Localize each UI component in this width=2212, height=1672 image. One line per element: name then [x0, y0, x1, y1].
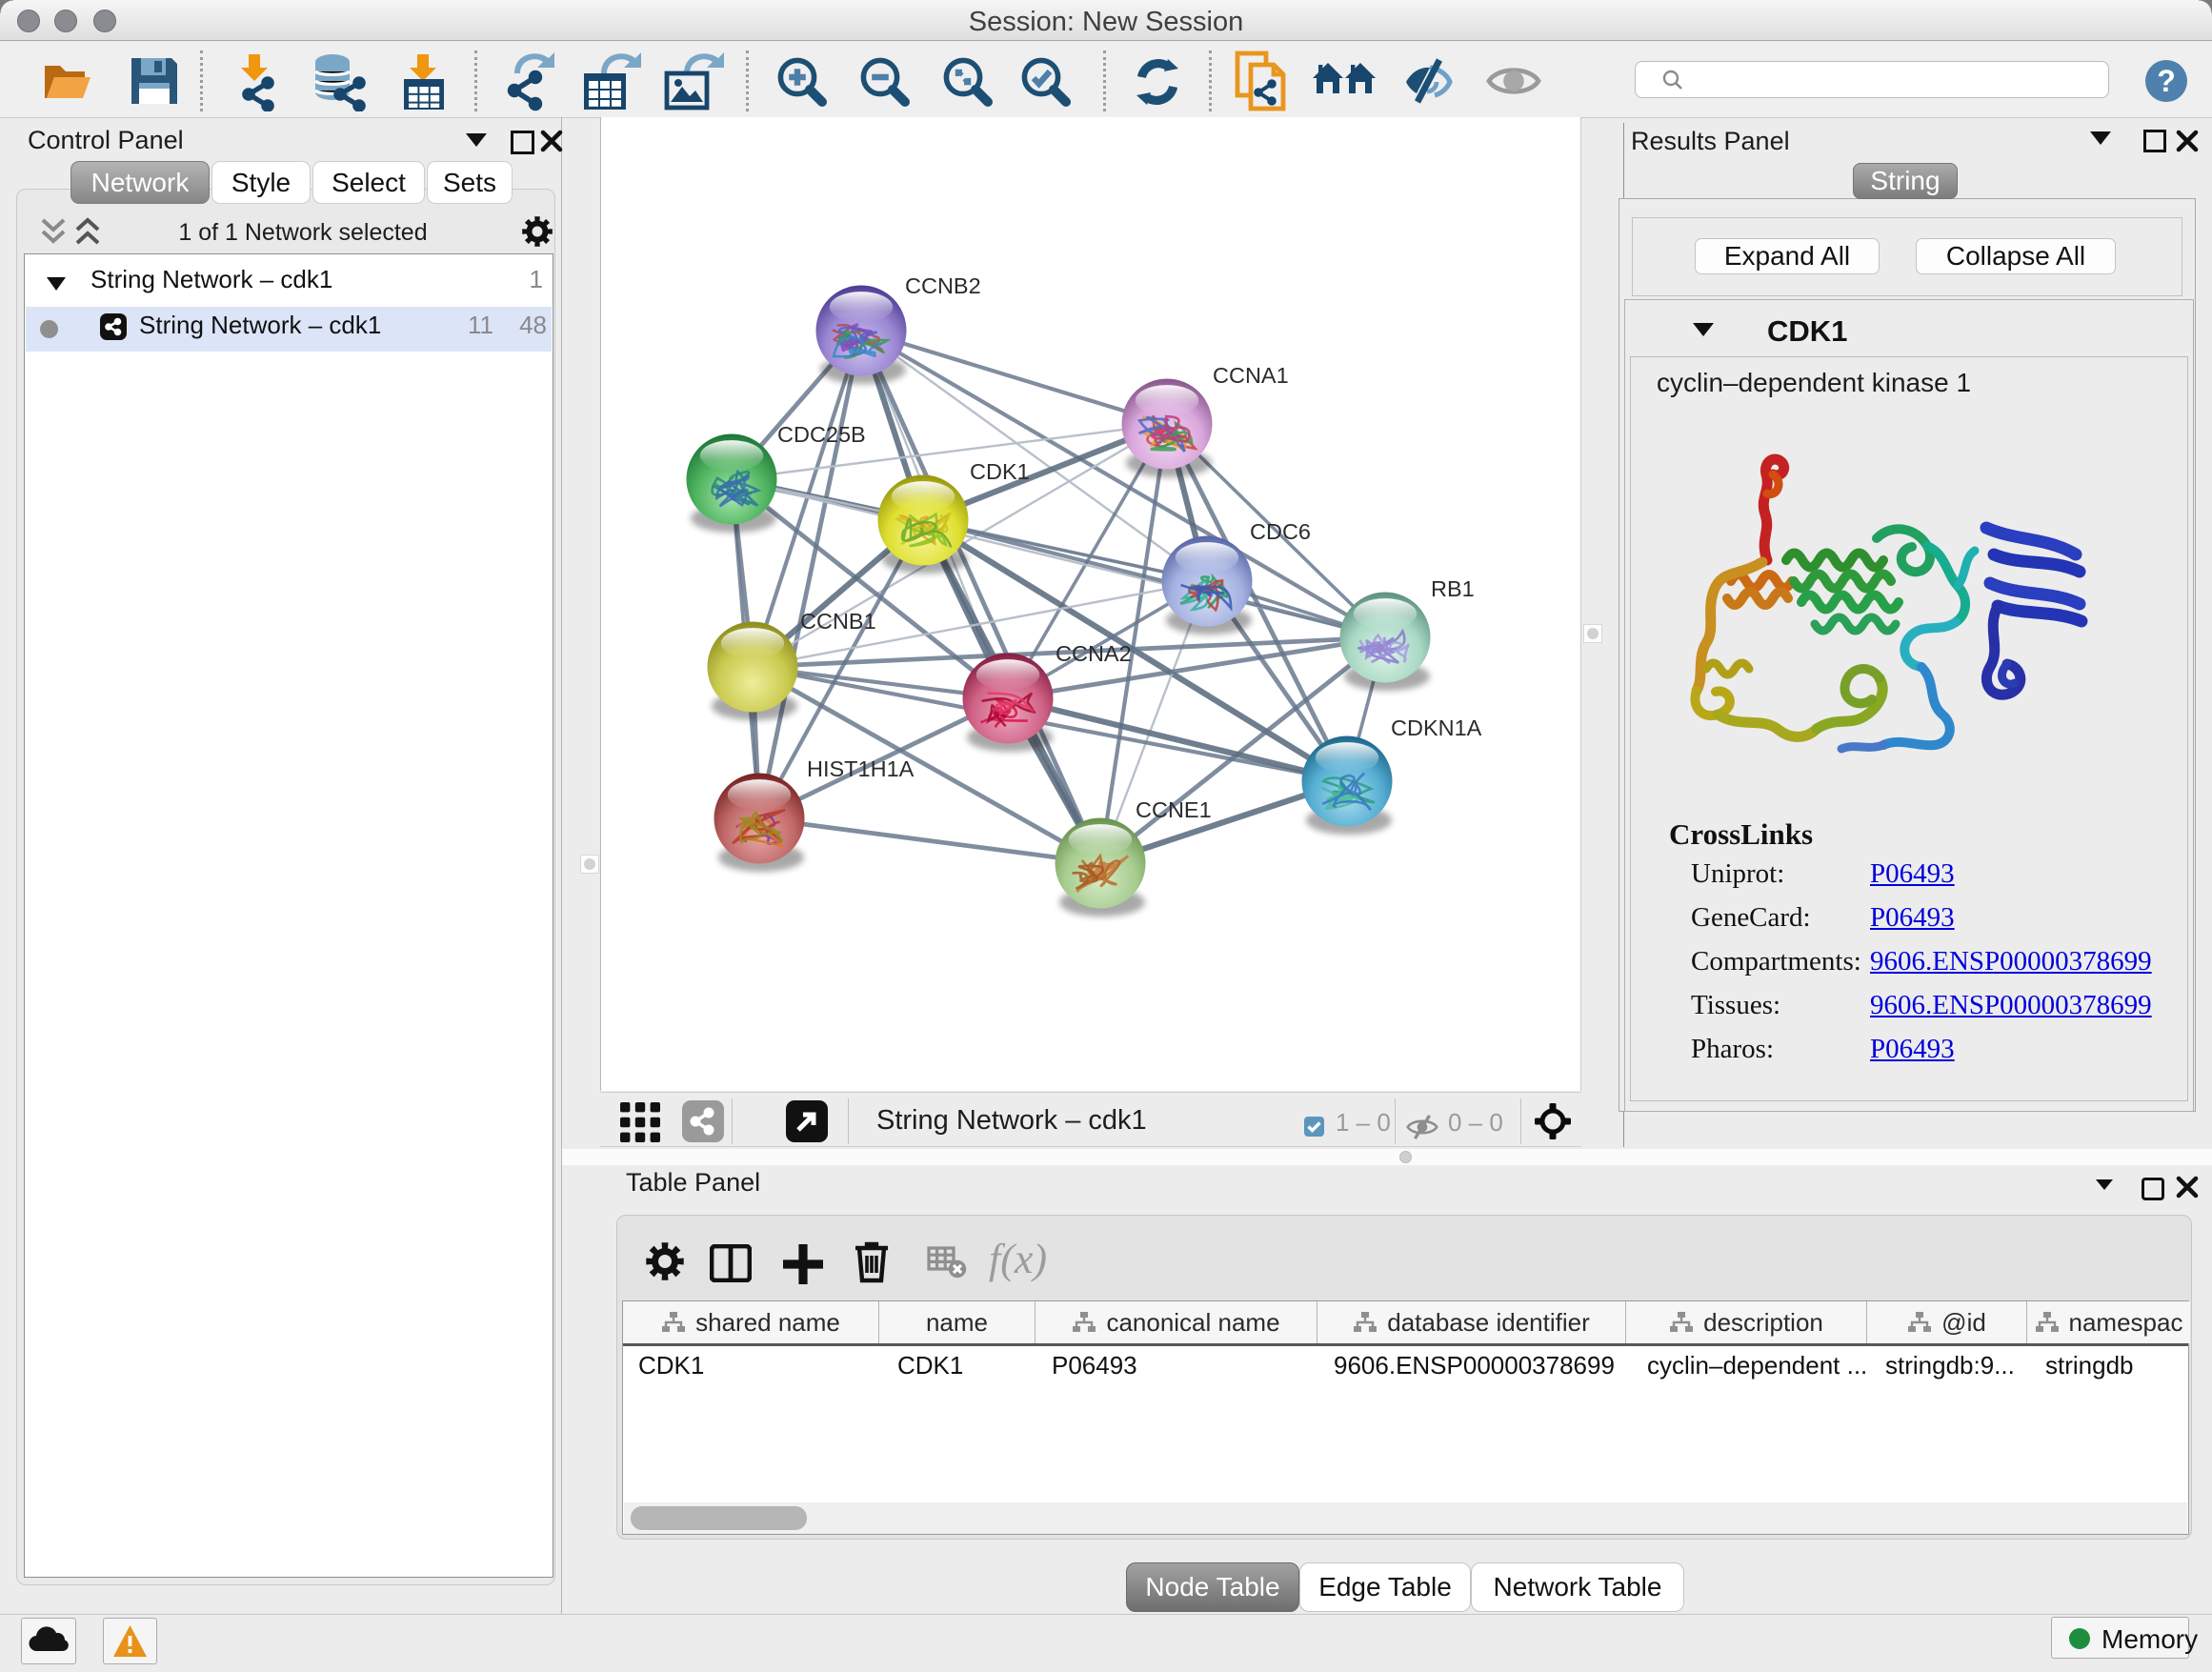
svg-text:CCNB2: CCNB2 — [905, 273, 981, 298]
svg-text:RB1: RB1 — [1431, 576, 1475, 601]
svg-text:CDKN1A: CDKN1A — [1391, 715, 1482, 740]
svg-text:CCNB1: CCNB1 — [800, 609, 876, 634]
svg-text:CDC6: CDC6 — [1250, 519, 1311, 544]
svg-text:HIST1H1A: HIST1H1A — [807, 756, 915, 781]
svg-text:CDC25B: CDC25B — [777, 422, 866, 447]
svg-text:CDK1: CDK1 — [970, 459, 1030, 484]
svg-text:CCNA2: CCNA2 — [1056, 641, 1132, 666]
svg-text:CCNA1: CCNA1 — [1213, 363, 1289, 388]
svg-text:CCNE1: CCNE1 — [1136, 797, 1212, 822]
